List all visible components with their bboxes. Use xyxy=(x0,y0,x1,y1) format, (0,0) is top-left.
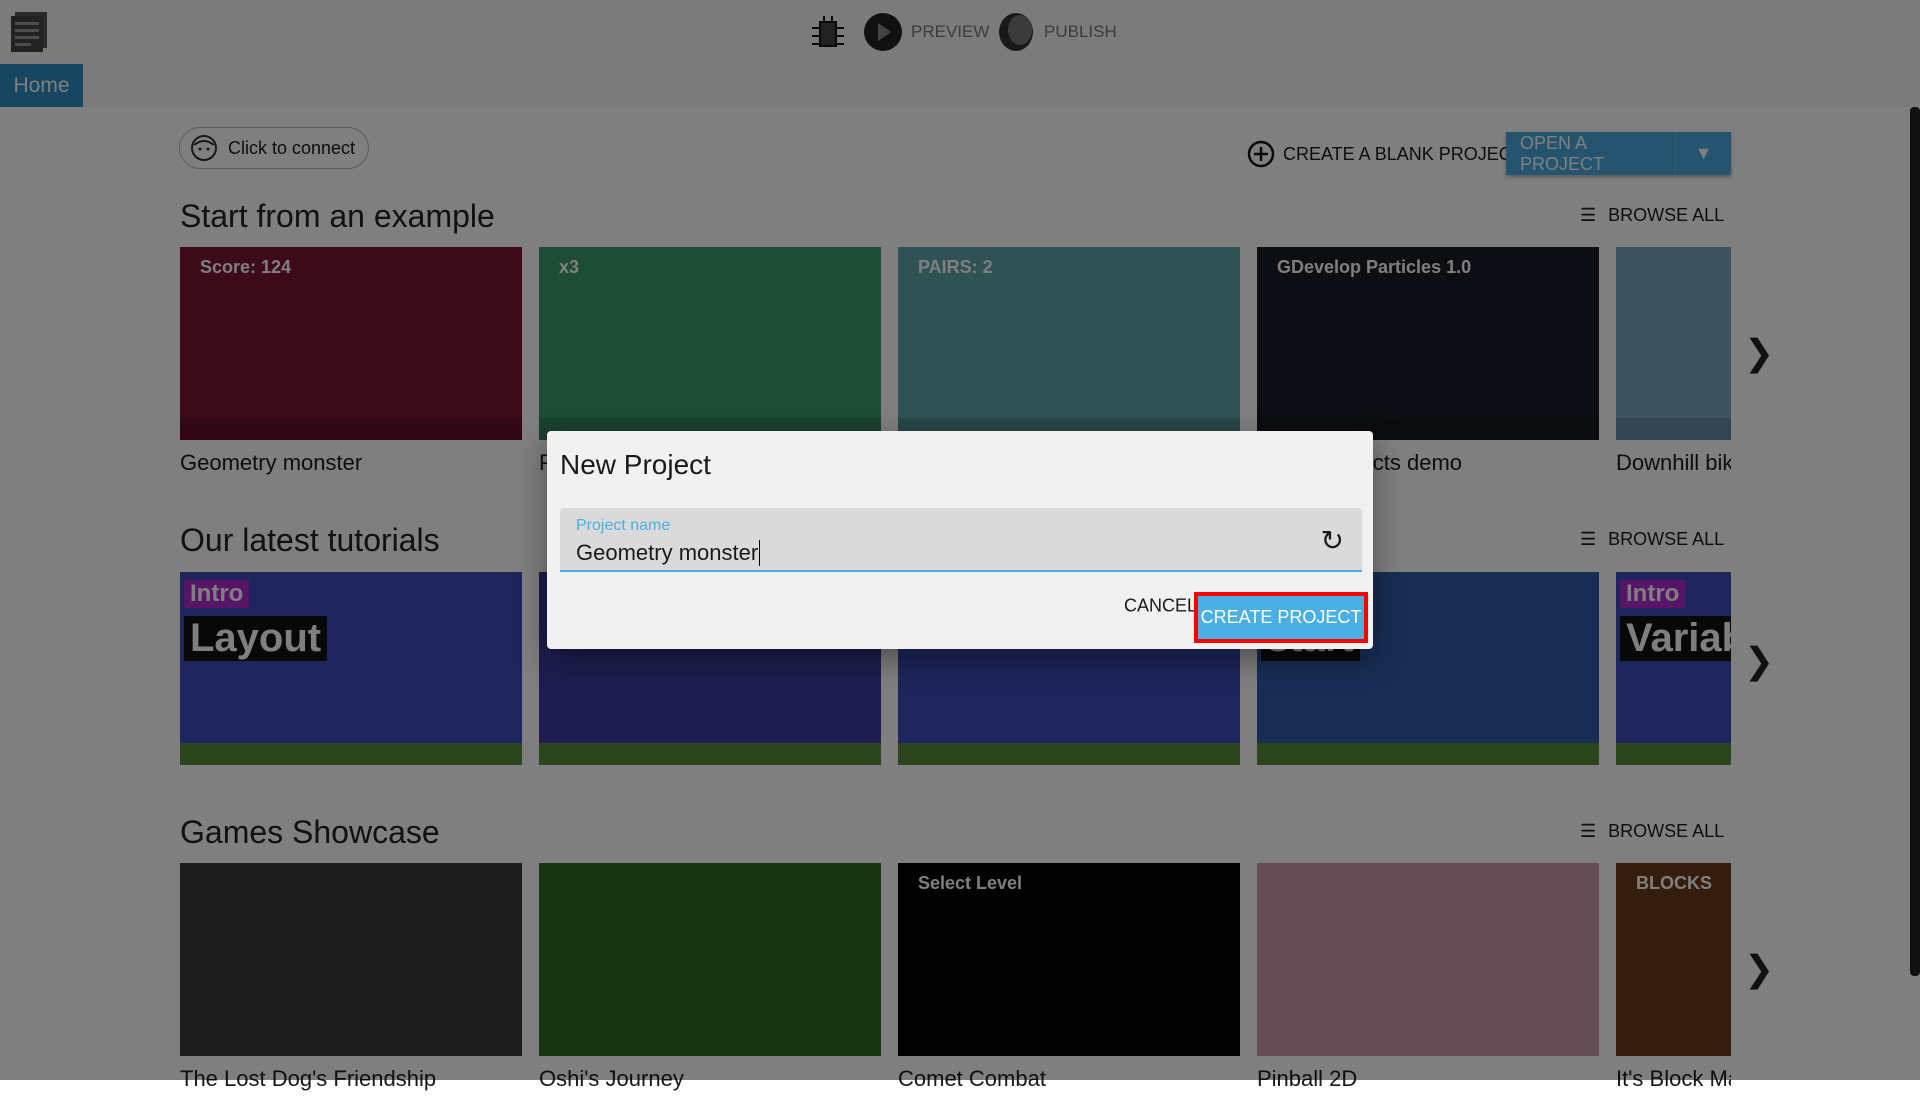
project-name-label: Project name xyxy=(576,517,671,534)
new-project-dialog: New Project Project name Geometry monste… xyxy=(547,431,1373,649)
create-project-button[interactable]: CREATE PROJECT xyxy=(1198,596,1364,639)
refresh-icon[interactable]: ↻ xyxy=(1321,524,1344,557)
project-name-field[interactable]: Project name Geometry monster ↻ xyxy=(560,508,1362,572)
project-name-input[interactable]: Geometry monster xyxy=(576,540,761,566)
dialog-title: New Project xyxy=(560,449,711,480)
create-project-highlight: CREATE PROJECT xyxy=(1194,592,1368,643)
cancel-button[interactable]: CANCEL xyxy=(1124,596,1197,617)
